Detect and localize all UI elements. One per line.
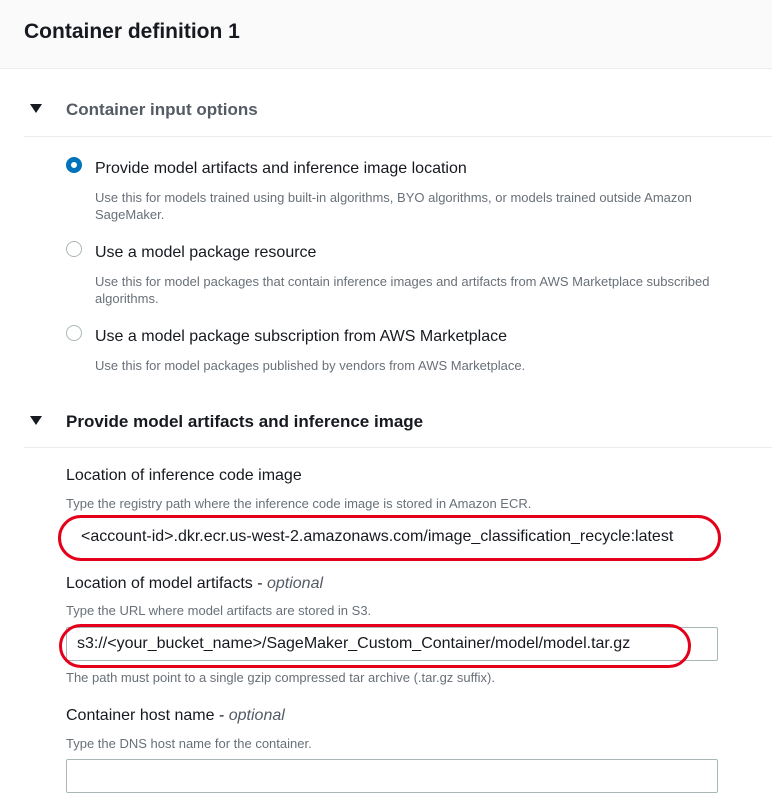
model-artifacts-input[interactable]: s3://<your_bucket_name>/SageMaker_Custom…	[66, 627, 718, 661]
inference-image-input[interactable]: <account-id>.dkr.ecr.us-west-2.amazonaws…	[70, 520, 715, 554]
radio-marketplace-subscription[interactable]	[66, 325, 82, 341]
label-inference-image: Location of inference code image	[66, 467, 302, 484]
panel-title: Container definition 1	[24, 20, 240, 43]
caret-down-icon[interactable]	[30, 416, 42, 425]
option-desc-model-package: Use this for model packages that contain…	[95, 274, 710, 306]
desc-model-artifacts: Type the URL where model artifacts are s…	[66, 603, 372, 618]
divider	[24, 136, 772, 137]
radio-model-artifacts[interactable]	[66, 157, 82, 173]
label-host-name: Container host name - optional	[66, 707, 285, 725]
option-desc-marketplace-subscription: Use this for model packages published by…	[95, 358, 526, 373]
desc-host-name: Type the DNS host name for the container…	[66, 736, 312, 751]
label-model-artifacts: Location of model artifacts - optional	[66, 575, 323, 593]
section-title-input-options[interactable]: Container input options	[66, 100, 258, 120]
option-label-model-package[interactable]: Use a model package resource	[95, 244, 316, 262]
optional-tag: optional	[266, 575, 324, 592]
radio-model-package[interactable]	[66, 241, 82, 257]
caret-down-icon[interactable]	[30, 104, 42, 113]
label-host-name-text: Container host name -	[66, 707, 229, 724]
option-desc-model-artifacts: Use this for models trained using built-…	[95, 190, 692, 222]
divider	[24, 447, 772, 448]
hint-model-artifacts: The path must point to a single gzip com…	[66, 670, 495, 685]
optional-tag: optional	[228, 707, 285, 724]
desc-inference-image: Type the registry path where the inferen…	[66, 496, 532, 511]
label-model-artifacts-text: Location of model artifacts -	[66, 575, 267, 592]
option-label-marketplace-subscription[interactable]: Use a model package subscription from AW…	[95, 328, 507, 346]
option-label-model-artifacts[interactable]: Provide model artifacts and inference im…	[95, 160, 467, 178]
panel-header: Container definition 1	[0, 0, 772, 69]
host-name-input[interactable]	[66, 759, 718, 793]
section-title-artifacts[interactable]: Provide model artifacts and inference im…	[66, 412, 423, 432]
